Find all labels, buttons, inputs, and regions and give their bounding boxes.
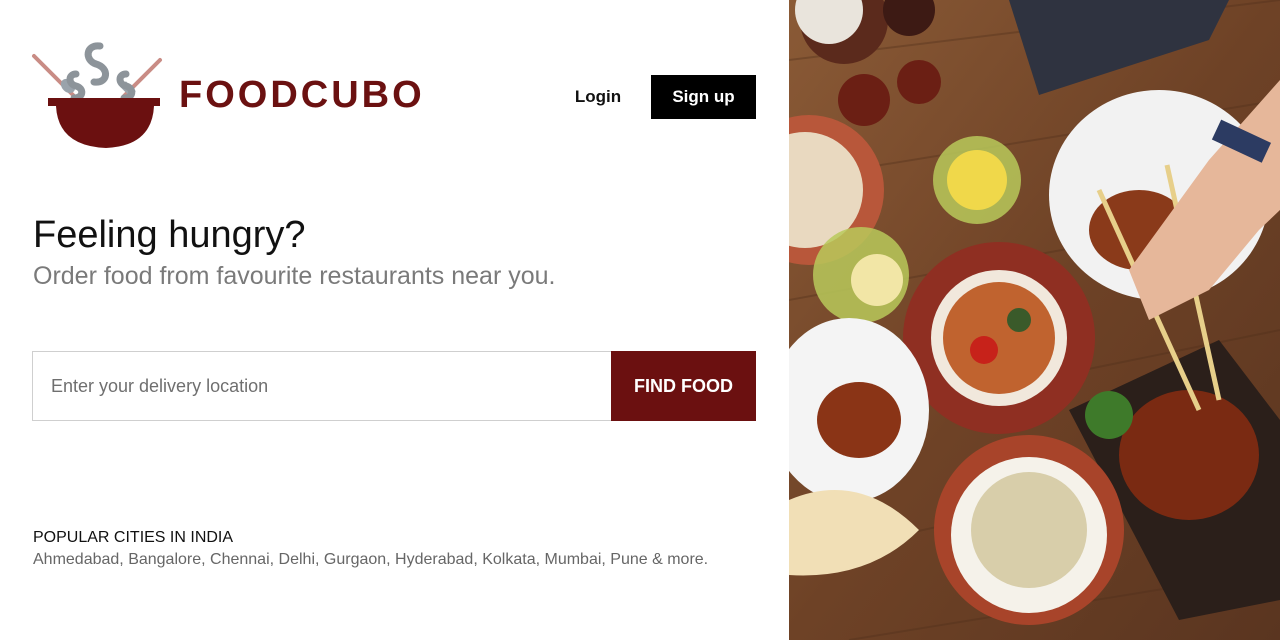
city-link[interactable]: Mumbai [544, 551, 601, 568]
steam-icon [66, 42, 136, 102]
hero-food-photo [789, 0, 1280, 640]
popular-cities-list: Ahmedabad, Bangalore, Chennai, Delhi, Gu… [33, 551, 709, 568]
food-table-illustration [789, 0, 1280, 640]
signup-button[interactable]: Sign up [651, 75, 756, 119]
hero-subheadline: Order food from favourite restaurants ne… [33, 262, 556, 290]
more-cities-link[interactable]: & more. [652, 551, 708, 568]
landing-panel: FOODCUBO Login Sign up Feeling hungry? O… [0, 0, 789, 640]
city-link[interactable]: Gurgaon [324, 551, 386, 568]
login-link[interactable]: Login [560, 75, 636, 119]
city-link[interactable]: Pune [610, 551, 647, 568]
delivery-location-input[interactable] [32, 351, 612, 421]
brand-name: FOODCUBO [179, 74, 425, 116]
city-link[interactable]: Delhi [279, 551, 315, 568]
city-link[interactable]: Bangalore [128, 551, 201, 568]
hero-headline: Feeling hungry? [33, 214, 306, 256]
city-link[interactable]: Kolkata [482, 551, 535, 568]
city-link[interactable]: Ahmedabad [33, 551, 119, 568]
find-food-button[interactable]: FIND FOOD [611, 351, 756, 421]
city-link[interactable]: Hyderabad [395, 551, 473, 568]
popular-cities-title: POPULAR CITIES IN INDIA [33, 529, 234, 546]
city-link[interactable]: Chennai [210, 551, 270, 568]
wok-logo-icon [32, 42, 162, 148]
